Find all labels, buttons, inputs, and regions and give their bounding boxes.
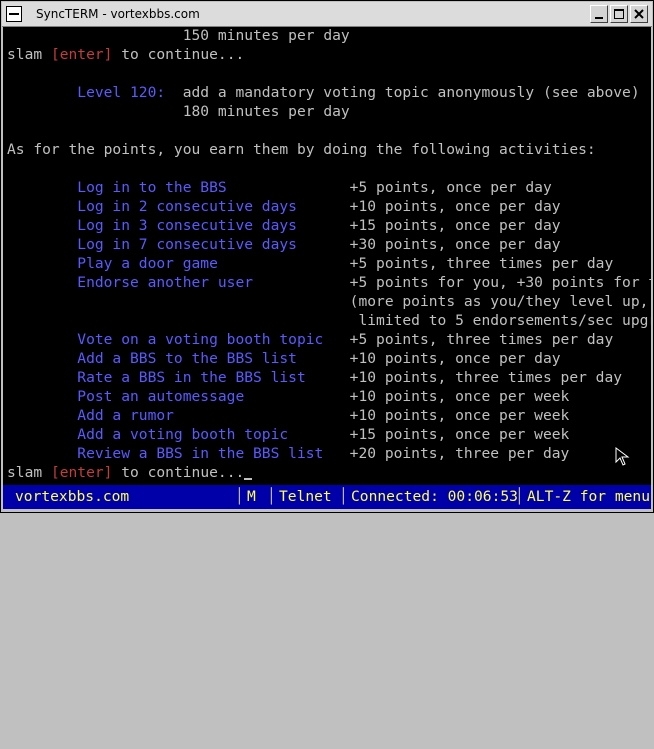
activity-points: +5 points, once per day xyxy=(349,179,552,196)
prompt-enter-key: [enter] xyxy=(50,464,113,481)
terminal-line: 180 minutes per day xyxy=(7,102,350,121)
activity-name: Add a rumor xyxy=(7,407,350,424)
terminal-line: Log in to the BBS +5 points, once per da… xyxy=(7,178,552,197)
activity-points: +5 points, three times per day xyxy=(349,331,614,348)
activity-name xyxy=(7,312,350,329)
activity-points: +10 points, once per week xyxy=(349,388,570,405)
activity-points: +15 points, once per week xyxy=(349,426,570,443)
prompt-continue-text: to continue... xyxy=(112,464,245,481)
maximize-icon xyxy=(614,9,624,19)
terminal-line: slam [enter] to continue... xyxy=(7,45,244,64)
activity-name: Post an automessage xyxy=(7,388,350,405)
mouse-pointer-icon xyxy=(615,447,630,466)
close-button[interactable] xyxy=(630,5,648,23)
terminal-line: 150 minutes per day xyxy=(7,27,350,45)
activity-name: Rate a BBS in the BBS list xyxy=(7,369,350,386)
terminal-line: (more points as you/they level up, and xyxy=(7,292,651,311)
terminal-screen[interactable]: 150 minutes per day slam [enter] to conti… xyxy=(3,27,651,485)
activity-points: +10 points, once per day xyxy=(349,198,561,215)
status-host: vortexbbs.com xyxy=(15,488,130,505)
status-mode: M xyxy=(247,488,256,505)
activity-name xyxy=(7,293,350,310)
activity-points: limited to 5 endorsements/sec upgrade) xyxy=(358,312,651,329)
status-separator: │ xyxy=(515,488,524,505)
activity-name: Add a BBS to the BBS list xyxy=(7,350,350,367)
level-label: Level 120: xyxy=(7,84,166,101)
terminal-line: Level 120: add a mandatory voting topic … xyxy=(7,83,640,102)
status-separator: │ xyxy=(235,488,244,505)
status-bar: vortexbbs.com │ M │ Telnet │ Connected: … xyxy=(3,485,651,509)
title-bar[interactable]: SyncTERM - vortexbbs.com xyxy=(2,2,652,27)
terminal-line: Log in 2 consecutive days +10 points, on… xyxy=(7,197,561,216)
activity-points: +5 points for you, +30 points for them xyxy=(349,274,651,291)
terminal-line: Add a voting booth topic +15 points, onc… xyxy=(7,425,569,444)
level-description: add a mandatory voting topic anonymously… xyxy=(165,84,640,101)
terminal-text: 150 minutes per day xyxy=(182,27,350,44)
minimize-button[interactable] xyxy=(590,5,608,23)
status-protocol: Telnet xyxy=(279,488,332,505)
activity-name: Endorse another user xyxy=(7,274,350,291)
window-menu-icon[interactable] xyxy=(6,6,22,22)
terminal-text: As for the points, you earn them by doin… xyxy=(7,141,596,158)
activity-points: +10 points, once per day xyxy=(349,350,561,367)
activity-points: +10 points, once per week xyxy=(349,407,570,424)
activity-points: +20 points, three per day xyxy=(349,445,570,462)
activity-name: Log in 2 consecutive days xyxy=(7,198,350,215)
terminal-window: SyncTERM - vortexbbs.com 150 minutes per… xyxy=(0,0,654,513)
terminal-line: Log in 7 consecutive days +30 points, on… xyxy=(7,235,561,254)
prompt-continue-text: to continue... xyxy=(112,46,245,63)
status-separator: │ xyxy=(267,488,276,505)
activity-points: +15 points, once per day xyxy=(349,217,561,234)
status-separator: │ xyxy=(339,488,348,505)
status-connected-time: Connected: 00:06:53 xyxy=(351,488,518,505)
terminal-line: limited to 5 endorsements/sec upgrade) xyxy=(7,311,651,330)
activity-name: Play a door game xyxy=(7,255,350,272)
terminal-line: Vote on a voting booth topic +5 points, … xyxy=(7,330,613,349)
activity-points: +30 points, once per day xyxy=(349,236,561,253)
activity-points: (more points as you/they level up, and xyxy=(349,293,651,310)
terminal-line: Play a door game +5 points, three times … xyxy=(7,254,613,273)
prompt-user: slam xyxy=(7,464,43,481)
prompt-enter-key: [enter] xyxy=(50,46,113,63)
window-title: SyncTERM - vortexbbs.com xyxy=(36,7,200,21)
minimize-icon xyxy=(595,17,603,19)
status-menu-hint: ALT-Z for menu xyxy=(527,488,651,505)
activity-name: Vote on a voting booth topic xyxy=(7,331,350,348)
activity-name: Log in 7 consecutive days xyxy=(7,236,350,253)
maximize-button[interactable] xyxy=(610,5,628,23)
terminal-line: Rate a BBS in the BBS list +10 points, t… xyxy=(7,368,622,387)
activity-name: Review a BBS in the BBS list xyxy=(7,445,350,462)
terminal-line: Post an automessage +10 points, once per… xyxy=(7,387,569,406)
terminal-line: Endorse another user +5 points for you, … xyxy=(7,273,651,292)
terminal-line: Log in 3 consecutive days +15 points, on… xyxy=(7,216,561,235)
activity-points: +5 points, three times per day xyxy=(349,255,614,272)
text-cursor xyxy=(244,478,253,480)
prompt-user: slam xyxy=(7,46,43,63)
activity-name: Log in 3 consecutive days xyxy=(7,217,350,234)
terminal-line: Add a rumor +10 points, once per week xyxy=(7,406,569,425)
terminal-line: Review a BBS in the BBS list +20 points,… xyxy=(7,444,569,463)
activity-name: Add a voting booth topic xyxy=(7,426,350,443)
activity-name: Log in to the BBS xyxy=(7,179,350,196)
close-icon xyxy=(634,9,644,19)
terminal-line: Add a BBS to the BBS list +10 points, on… xyxy=(7,349,561,368)
terminal-text: 180 minutes per day xyxy=(182,103,350,120)
activity-points: +10 points, three times per day xyxy=(349,369,623,386)
terminal-line: slam [enter] to continue... xyxy=(7,463,253,482)
terminal-line: As for the points, you earn them by doin… xyxy=(7,140,596,159)
